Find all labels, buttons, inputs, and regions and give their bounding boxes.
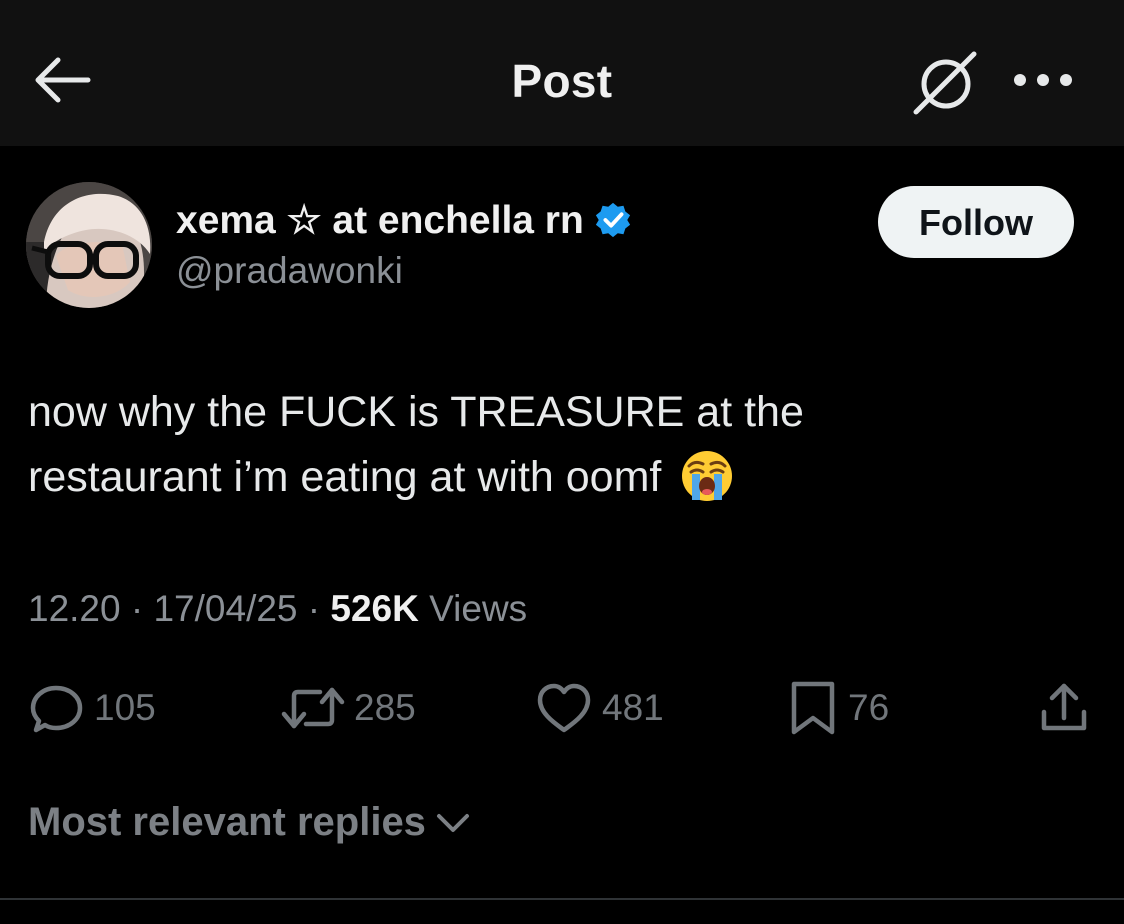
bookmark-icon [791, 681, 835, 735]
replies-sort-dropdown[interactable]: Most relevant replies [28, 800, 470, 845]
repost-button[interactable]: 285 [280, 680, 416, 736]
views-label[interactable]: Views [419, 588, 527, 629]
post-text: now why the FUCK is TREASURE at the rest… [28, 380, 928, 510]
divider [0, 898, 1124, 900]
post-date: 17/04/25 [153, 588, 298, 629]
chevron-down-icon [436, 813, 469, 832]
meta-separator: · [297, 588, 331, 629]
author-display-name[interactable]: xema ☆ at enchella rn [176, 198, 584, 243]
share-button[interactable] [1036, 680, 1092, 736]
reply-button[interactable]: 105 [28, 680, 156, 736]
avatar[interactable] [26, 182, 152, 308]
grok-icon[interactable] [908, 46, 980, 118]
post-time: 12.20 [28, 588, 121, 629]
follow-button[interactable]: Follow [878, 186, 1074, 258]
top-bar: Post [0, 0, 1124, 146]
repost-icon [281, 687, 345, 729]
views-count[interactable]: 526K [330, 588, 418, 629]
reply-icon [30, 685, 83, 733]
bookmark-count: 76 [848, 687, 890, 728]
post-text-line-1: now why the FUCK is TREASURE at the [28, 388, 804, 436]
verified-badge-icon [595, 202, 630, 238]
bookmark-button[interactable]: 76 [786, 680, 889, 736]
replies-sort-label: Most relevant replies [28, 800, 426, 844]
share-icon [1041, 683, 1087, 731]
author-name-row: xema ☆ at enchella rn [176, 196, 632, 244]
post-text-line-2: restaurant i’m eating at with oomf [28, 453, 662, 501]
loudly-crying-face-icon [682, 450, 733, 501]
heart-icon [537, 683, 591, 733]
like-count: 481 [602, 687, 664, 728]
meta-separator: · [120, 588, 154, 629]
post-meta: 12.20 · 17/04/25 · 526K Views [28, 588, 527, 630]
more-options-icon[interactable] [1012, 62, 1074, 98]
author-handle[interactable]: @pradawonki [176, 250, 403, 292]
reply-count: 105 [94, 687, 156, 728]
like-button[interactable]: 481 [534, 680, 664, 736]
avatar-image [26, 182, 152, 308]
repost-count: 285 [354, 687, 416, 728]
